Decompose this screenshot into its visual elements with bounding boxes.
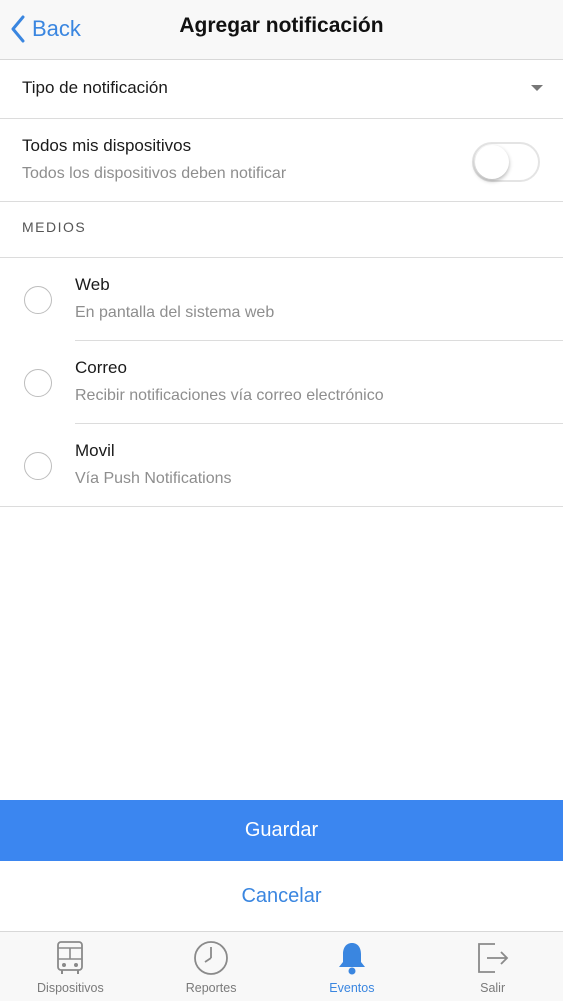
bell-icon (338, 943, 365, 975)
notification-type-select[interactable]: Tipo de notificación (0, 60, 563, 119)
media-list: Web En pantalla del sistema web Correo R… (0, 257, 563, 507)
all-devices-title: Todos mis dispositivos (22, 136, 192, 155)
all-devices-toggle[interactable] (472, 142, 540, 182)
tab-label: Reportes (185, 981, 237, 995)
tab-bar: Dispositivos Reportes Eventos Salir (0, 931, 563, 1001)
navigation-bar: Back Agregar notificación (0, 0, 563, 60)
radio-button[interactable] (24, 452, 52, 480)
media-item-subtitle: Recibir notificaciones vía correo electr… (75, 387, 384, 404)
media-item-web[interactable]: Web En pantalla del sistema web (0, 258, 563, 341)
radio-button[interactable] (24, 369, 52, 397)
tab-label: Dispositivos (37, 981, 104, 995)
tab-eventos[interactable]: Eventos (282, 932, 423, 1001)
tab-label: Salir (480, 981, 506, 995)
notification-type-label: Tipo de notificación (22, 78, 168, 97)
cancel-button[interactable]: Cancelar (0, 862, 563, 930)
tab-dispositivos[interactable]: Dispositivos (0, 932, 141, 1001)
logout-icon (477, 943, 508, 973)
toggle-knob (475, 145, 509, 179)
media-item-movil[interactable]: Movil Vía Push Notifications (0, 424, 563, 507)
media-item-subtitle: En pantalla del sistema web (75, 304, 275, 321)
tab-salir[interactable]: Salir (422, 932, 563, 1001)
media-item-title: Movil (75, 441, 115, 460)
bus-icon (57, 941, 84, 974)
clock-icon (194, 941, 229, 975)
dropdown-caret-icon (531, 85, 543, 91)
page-title: Agregar notificación (179, 14, 384, 37)
tab-reportes[interactable]: Reportes (141, 932, 282, 1001)
all-devices-subtitle: Todos los dispositivos deben notificar (22, 165, 287, 182)
media-item-title: Correo (75, 358, 127, 377)
divider (0, 506, 563, 507)
media-item-title: Web (75, 275, 110, 294)
media-item-subtitle: Vía Push Notifications (75, 470, 232, 487)
tab-label: Eventos (329, 981, 375, 995)
radio-button[interactable] (24, 286, 52, 314)
save-button[interactable]: Guardar (0, 800, 563, 861)
media-item-correo[interactable]: Correo Recibir notificaciones vía correo… (0, 341, 563, 424)
media-section-header: MEDIOS (22, 219, 87, 235)
